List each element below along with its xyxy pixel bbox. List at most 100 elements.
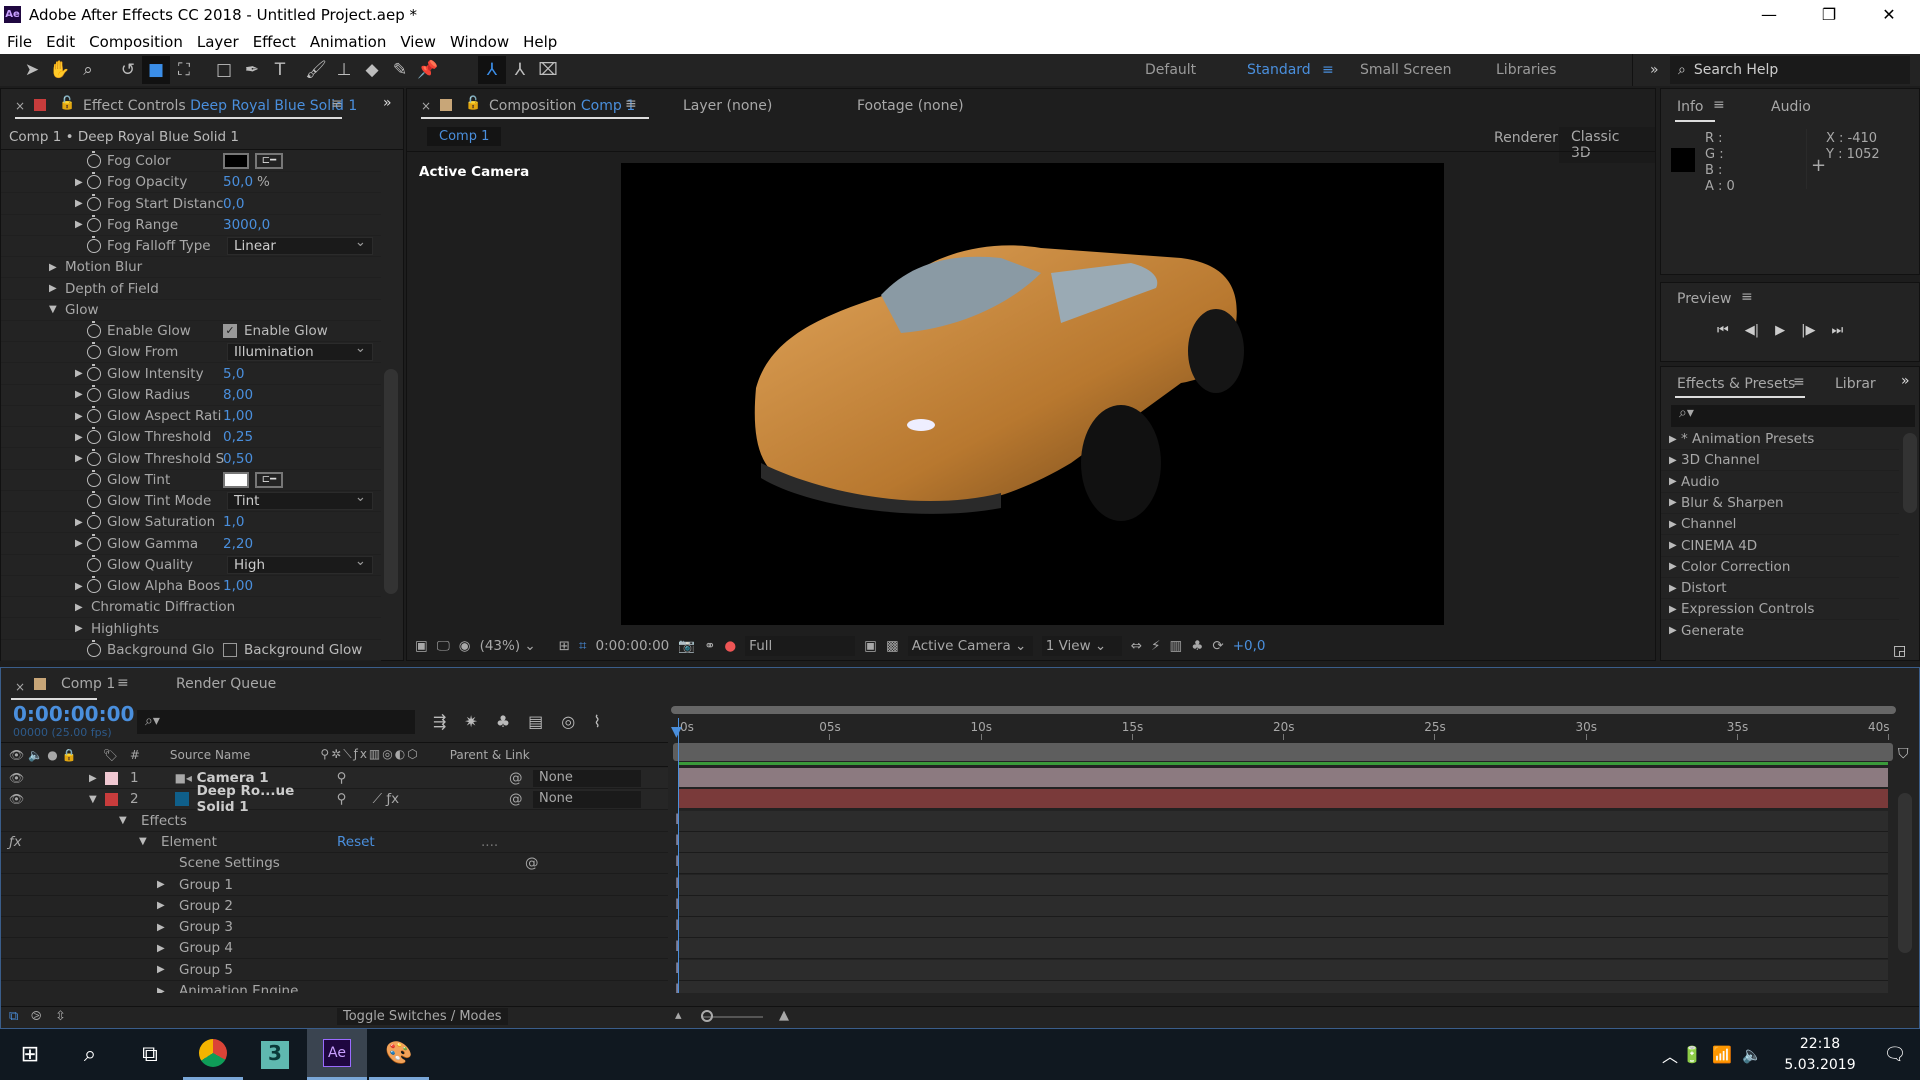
fx-switch-icon[interactable]: ⟋ ƒx [373, 791, 399, 807]
next-frame-icon[interactable]: |▶ [1801, 323, 1815, 338]
eyedropper-icon[interactable]: ⊏━ [255, 153, 283, 169]
zoom-in-icon[interactable]: ▲ [779, 1008, 789, 1023]
workspace-standard[interactable]: Standard [1247, 54, 1311, 86]
property-value[interactable]: 1,00 [223, 578, 253, 594]
twirl-closed-icon[interactable]: ▶ [75, 389, 87, 400]
twirl-closed-icon[interactable]: ▶ [75, 177, 87, 188]
parent-dropdown[interactable]: None [533, 790, 641, 808]
stopwatch-icon[interactable] [87, 491, 101, 508]
stopwatch-icon[interactable] [87, 406, 101, 423]
twirl-closed-icon[interactable]: ▶ [1669, 519, 1681, 530]
twirl-closed-icon[interactable]: ▶ [157, 879, 169, 890]
comp-marker-bin-icon[interactable]: ⛉ [1898, 746, 1909, 762]
close-button[interactable]: ✕ [1860, 0, 1918, 29]
menu-file[interactable]: File [0, 33, 39, 51]
3ds-max-icon[interactable]: 3 [245, 1029, 305, 1080]
show-snapshot-icon[interactable]: ⚭ [704, 638, 715, 654]
scene-settings[interactable]: Scene Settings @ [1, 853, 668, 875]
shy-switch-icon[interactable]: ⚲ [337, 791, 373, 807]
brush-tool-icon[interactable]: 🖌 [302, 56, 330, 84]
menu-edit[interactable]: Edit [39, 33, 82, 51]
group-row[interactable]: ▶ Group 2 [1, 896, 668, 917]
effects-category-item[interactable]: ▶ Blur & Sharpen [1661, 493, 1899, 514]
first-frame-icon[interactable]: ⏮ [1717, 323, 1729, 338]
snapshot-icon[interactable]: 📷 [678, 638, 695, 654]
twirl-closed-icon[interactable]: ▶ [49, 283, 61, 294]
tab-audio[interactable]: Audio [1771, 99, 1811, 115]
effects-category-item[interactable]: ▶ * Animation Presets [1661, 429, 1899, 450]
twirl-open-icon[interactable]: ▼ [89, 794, 101, 805]
effects-category-item[interactable]: ▶ CINEMA 4D [1661, 536, 1899, 557]
rotate-tool-icon[interactable]: ↺ [114, 56, 142, 84]
zoom-slider-thumb[interactable] [701, 1010, 713, 1022]
twirl-closed-icon[interactable]: ▶ [157, 986, 169, 994]
menu-view[interactable]: View [393, 33, 443, 51]
scrollbar[interactable] [1903, 433, 1917, 513]
property-value[interactable]: 1,0 [223, 514, 244, 530]
layer-switches-icon[interactable]: ⧉ [9, 1009, 18, 1024]
twirl-closed-icon[interactable]: ▶ [75, 623, 87, 634]
scrollbar[interactable] [384, 369, 398, 594]
layer-duration-bar[interactable] [678, 768, 1888, 789]
color-swatch[interactable] [223, 471, 249, 488]
property-track[interactable]: I [675, 853, 1888, 875]
puppet-pin-tool-icon[interactable]: 📌 [414, 56, 442, 84]
reset-link[interactable]: Reset [337, 834, 375, 850]
twirl-closed-icon[interactable]: ▶ [75, 432, 87, 443]
stopwatch-icon[interactable] [87, 172, 101, 190]
more-panels-icon[interactable]: » [383, 95, 392, 111]
group-label[interactable]: Depth of Field [65, 281, 159, 297]
effects-category-item[interactable]: ▶ Distort [1661, 578, 1899, 600]
property-value[interactable]: 3000,0 [223, 217, 270, 233]
tab-layer[interactable]: Layer (none) [683, 98, 772, 114]
shy-layers-icon[interactable]: ♣ [496, 712, 510, 731]
audio-switch-icon[interactable]: 🔈 [28, 748, 43, 762]
camera-view-dropdown[interactable]: Active Camera ⌄ [907, 636, 1033, 656]
effects-category-item[interactable]: ▶ Generate [1661, 621, 1899, 641]
stopwatch-icon[interactable] [87, 427, 101, 445]
parent-dropdown[interactable]: None [533, 769, 641, 787]
resolution-dropdown[interactable]: Full [745, 636, 856, 656]
group-label[interactable]: Chromatic Diffraction [91, 599, 235, 615]
grid-guide-icon[interactable]: ⊞ [559, 638, 570, 654]
work-area-bar[interactable] [673, 743, 1893, 761]
twirl-closed-icon[interactable]: ▶ [1669, 604, 1681, 615]
flowchart-icon[interactable]: ♣ [1191, 638, 1203, 654]
workspace-small-screen[interactable]: Small Screen [1360, 54, 1451, 86]
property-track[interactable]: I [675, 810, 1888, 832]
property-track[interactable]: I [675, 959, 1888, 981]
twirl-closed-icon[interactable]: ▶ [1669, 497, 1681, 508]
playhead[interactable] [678, 718, 679, 993]
transfer-controls-icon[interactable]: ⧁ [31, 1009, 41, 1024]
panel-menu-icon[interactable]: ≡ [1741, 289, 1753, 305]
effects-category-item[interactable]: ▶ Channel [1661, 514, 1899, 536]
twirl-closed-icon[interactable]: ▶ [1669, 476, 1681, 487]
pixel-aspect-icon[interactable]: ⇔ [1131, 638, 1142, 654]
chrome-icon[interactable] [183, 1029, 243, 1080]
stopwatch-icon[interactable] [87, 363, 101, 381]
minimize-button[interactable]: — [1740, 0, 1798, 29]
channel-icon[interactable]: ● [724, 638, 736, 654]
property-track[interactable]: I [675, 938, 1888, 960]
twirl-closed-icon[interactable]: ▶ [75, 411, 87, 422]
group-row[interactable]: ▶ Animation Engine [1, 981, 668, 993]
checkbox[interactable] [223, 642, 237, 657]
group-label[interactable]: Motion Blur [65, 259, 142, 275]
more-panels-icon[interactable]: » [1901, 373, 1910, 389]
stopwatch-icon[interactable] [87, 236, 101, 253]
effects-group[interactable]: ▼ Effects [1, 811, 668, 832]
visibility-eye-icon[interactable]: 👁 [9, 792, 89, 806]
twirl-closed-icon[interactable]: ▶ [75, 602, 87, 613]
exposure-value[interactable]: +0,0 [1233, 638, 1266, 654]
property-track[interactable]: I [675, 831, 1888, 853]
search-icon[interactable]: ⌕ [60, 1029, 120, 1080]
work-area-navigator[interactable] [671, 706, 1896, 714]
stopwatch-icon[interactable] [87, 576, 101, 593]
toggle-switches-modes-button[interactable]: Toggle Switches / Modes [337, 1008, 508, 1025]
property-dropdown[interactable]: High [227, 553, 373, 574]
stopwatch-icon[interactable] [87, 512, 101, 530]
panel-menu-icon[interactable]: ≡ [625, 96, 637, 112]
pan-behind-tool-icon[interactable]: ⛶ [170, 56, 198, 84]
property-value[interactable]: 2,20 [223, 536, 253, 552]
fx-icon[interactable]: ƒx [9, 834, 22, 850]
